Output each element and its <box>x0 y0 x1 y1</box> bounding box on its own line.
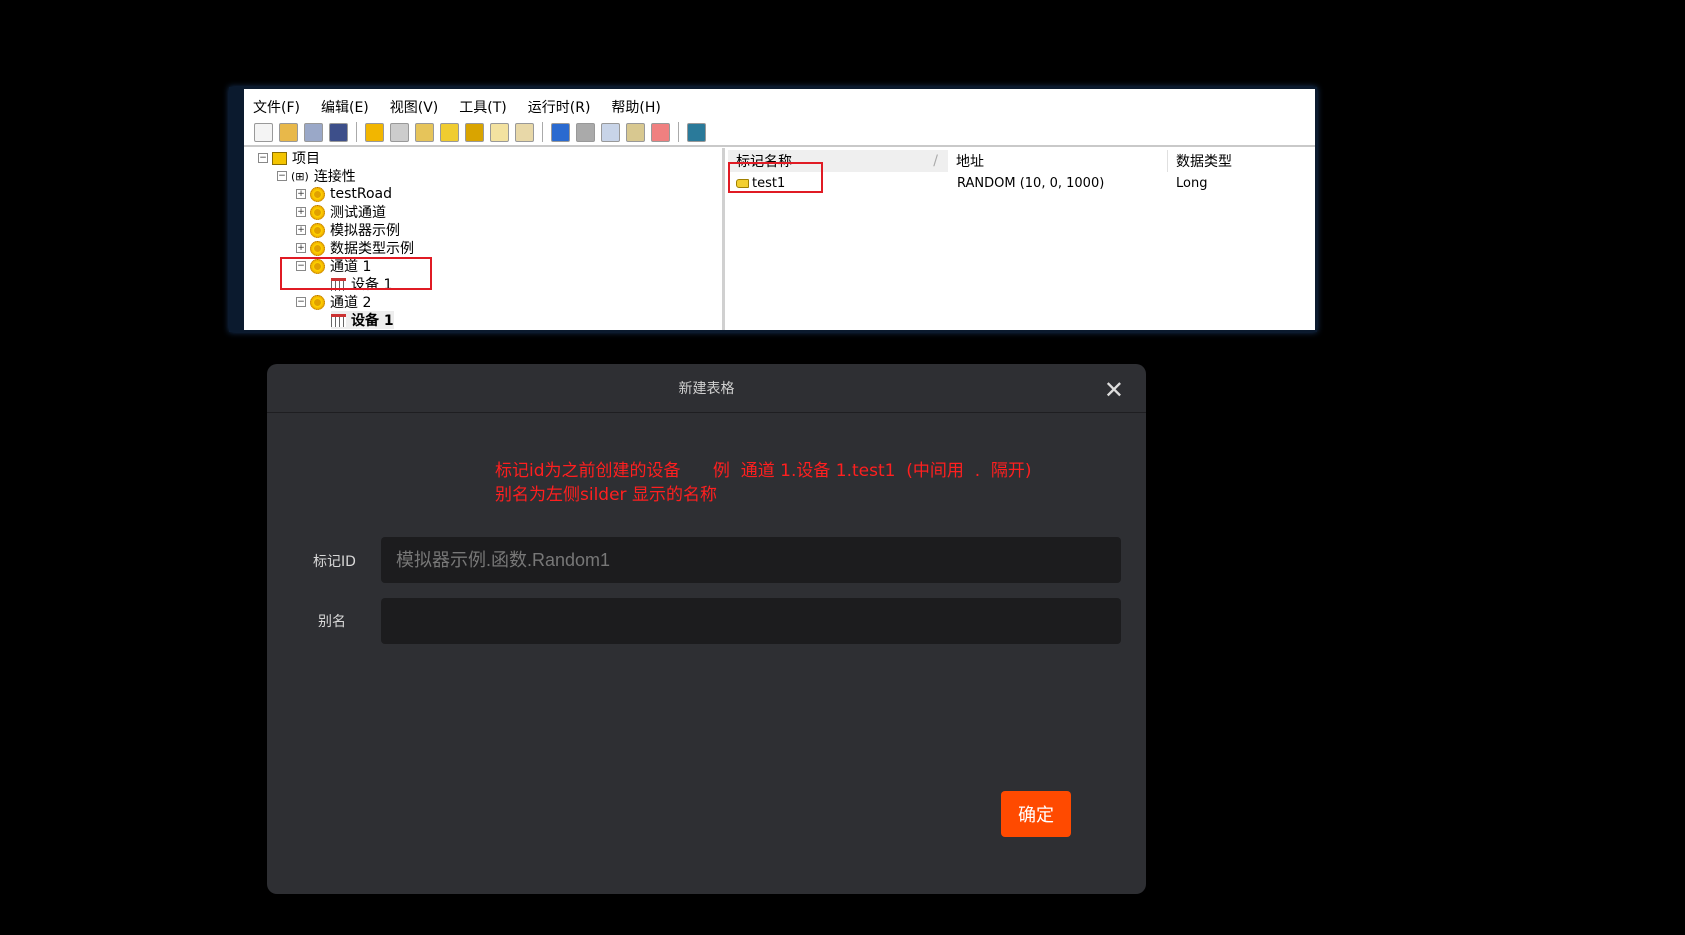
table-cell-address: RANDOM (10, 0, 1000) <box>957 175 1105 191</box>
tag-id-label: 标记ID <box>313 554 356 570</box>
connectivity-icon: (⊞) <box>291 169 309 183</box>
menu-tools[interactable]: 工具(T) <box>459 97 506 119</box>
new-channel-icon[interactable] <box>365 122 384 142</box>
new-tag-icon[interactable] <box>440 122 459 142</box>
save-as-icon[interactable] <box>329 122 348 142</box>
collapse-icon[interactable]: − <box>277 171 287 181</box>
channel-gear-icon <box>310 204 325 220</box>
tree-item-channel-2[interactable]: − 通道 2 <box>296 293 371 311</box>
new-device-icon[interactable] <box>390 122 409 142</box>
tree-item-channel[interactable]: + 测试通道 <box>296 203 386 221</box>
sort-indicator-icon: / <box>933 153 938 169</box>
expand-icon[interactable]: + <box>296 243 306 253</box>
cut-icon[interactable] <box>576 122 595 142</box>
column-header-address[interactable]: 地址 <box>948 150 1168 172</box>
toolbar-separator <box>542 122 543 142</box>
confirm-button[interactable]: 确定 <box>1001 791 1071 837</box>
menu-help[interactable]: 帮助(H) <box>611 97 660 119</box>
channel-gear-icon <box>310 186 325 202</box>
annotation-highlight-box <box>728 162 823 193</box>
project-folder-icon <box>272 151 287 165</box>
tag-id-input[interactable] <box>381 537 1121 583</box>
alias-label: 别名 <box>318 614 346 630</box>
project-tree: − 项目 − (⊞) 连接性 + testRoad + 测试通道 + 模拟器示例 + 数据类型… <box>244 148 725 330</box>
channel-gear-icon <box>310 222 325 238</box>
menu-runtime[interactable]: 运行时(R) <box>528 97 591 119</box>
open-folder-icon[interactable] <box>279 122 298 142</box>
paste-icon[interactable] <box>626 122 645 142</box>
save-icon[interactable] <box>304 122 323 142</box>
menu-view[interactable]: 视图(V) <box>390 97 439 119</box>
tree-item-channel[interactable]: + 模拟器示例 <box>296 221 400 239</box>
kepserver-window: 文件(F) 编辑(E) 视图(V) 工具(T) 运行时(R) 帮助(H) − 项目… <box>229 87 1317 332</box>
annotation-highlight-box <box>280 257 432 290</box>
toolbar-separator <box>678 122 679 142</box>
expand-icon[interactable]: + <box>296 225 306 235</box>
copy-icon[interactable] <box>601 122 620 142</box>
device-icon <box>331 313 346 327</box>
menu-file[interactable]: 文件(F) <box>253 97 300 119</box>
tree-item-channel-2-device[interactable]: 设备 1 <box>331 311 394 329</box>
toolbar <box>244 119 1315 147</box>
dialog-title: 新建表格 <box>678 381 735 397</box>
collapse-icon[interactable]: − <box>296 297 306 307</box>
tree-item-project[interactable]: − 项目 <box>258 149 320 167</box>
import-icon[interactable] <box>515 122 534 142</box>
close-icon[interactable]: ✕ <box>1104 376 1124 404</box>
channel-gear-icon <box>310 294 325 310</box>
alias-input[interactable] <box>381 598 1121 644</box>
column-header-data-type[interactable]: 数据类型 <box>1168 150 1315 172</box>
tree-item-channel[interactable]: + testRoad <box>296 185 392 203</box>
expand-icon[interactable]: + <box>296 207 306 217</box>
quick-client-icon[interactable] <box>687 122 706 142</box>
menu-bar: 文件(F) 编辑(E) 视图(V) 工具(T) 运行时(R) 帮助(H) <box>244 97 1315 119</box>
undo-icon[interactable] <box>551 122 570 142</box>
tag-config-icon[interactable] <box>465 122 484 142</box>
table-cell-type: Long <box>1176 175 1208 191</box>
toolbar-separator <box>356 122 357 142</box>
tag-gray-icon[interactable] <box>490 122 509 142</box>
tag-list: 标记名称 / 地址 数据类型 test1 RANDOM (10, 0, 1000)… <box>728 148 1315 330</box>
menu-edit[interactable]: 编辑(E) <box>321 97 369 119</box>
annotation-note: 标记id为之前创建的设备 例 通道 1.设备 1.test1 (中间用 . 隔开… <box>495 461 1032 505</box>
new-table-dialog: 新建表格 ✕ 标记id为之前创建的设备 例 通道 1.设备 1.test1 (中… <box>267 364 1146 894</box>
dialog-header: 新建表格 ✕ <box>267 364 1146 413</box>
new-file-icon[interactable] <box>254 122 273 142</box>
tree-item-connectivity[interactable]: − (⊞) 连接性 <box>277 167 356 185</box>
new-group-icon[interactable] <box>415 122 434 142</box>
collapse-icon[interactable]: − <box>258 153 268 163</box>
channel-gear-icon <box>310 240 325 256</box>
delete-icon[interactable] <box>651 122 670 142</box>
expand-icon[interactable]: + <box>296 189 306 199</box>
tree-item-channel[interactable]: + 数据类型示例 <box>296 239 414 257</box>
